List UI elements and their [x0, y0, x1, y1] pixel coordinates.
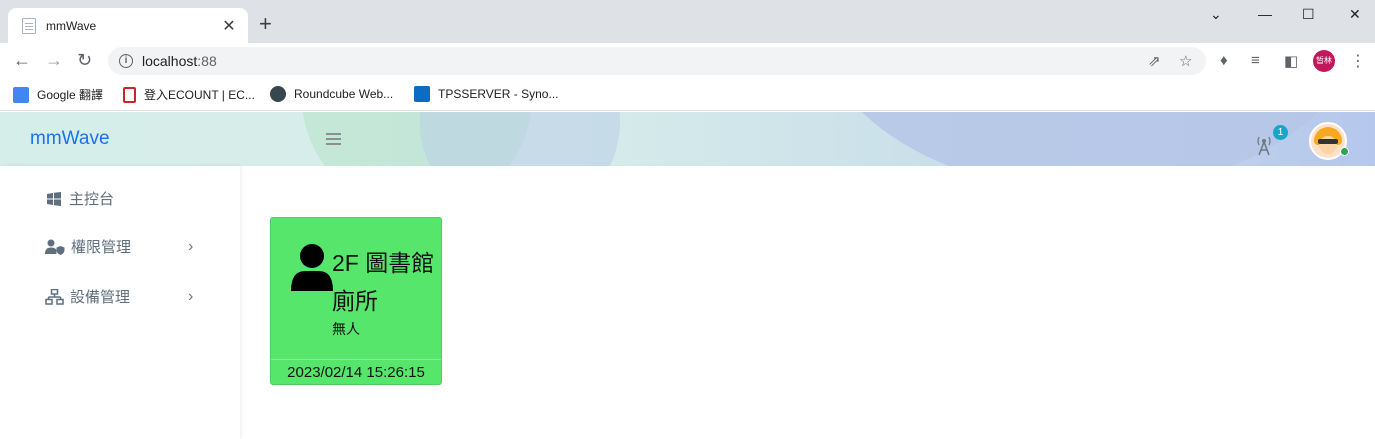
back-button[interactable]: ← [13, 50, 31, 70]
browser-toolbar: ← → ↻ i localhost:88 ⇗ ☆ ♦ ≡ ◧ 晢林 ⋮ [0, 43, 1375, 78]
minimize-button[interactable]: — [1258, 6, 1272, 22]
dsm-icon [414, 86, 430, 102]
menu-toggle-icon[interactable] [326, 133, 341, 135]
sidebar-item-dashboard[interactable]: 主控台 [45, 188, 114, 209]
bookmark-roundcube[interactable]: Roundcube Web... [270, 86, 393, 102]
sidebar-item-label: 主控台 [69, 191, 115, 208]
roundcube-icon [270, 86, 286, 102]
online-status-dot [1340, 147, 1349, 156]
sidebar-item-devices[interactable]: 設備管理 [45, 286, 130, 307]
browser-tab[interactable]: mmWave ✕ [8, 8, 248, 43]
bookmark-ecount[interactable]: 登入ECOUNT | EC... [123, 86, 255, 103]
device-timestamp: 2023/02/14 15:26:15 [271, 359, 441, 385]
sidebar: 主控台 權限管理 › 設備管理 › [0, 166, 240, 439]
app-header: mmWave 1 [0, 112, 1375, 166]
ecount-icon [123, 86, 136, 103]
bookmark-label: Google 翻譯 [37, 88, 104, 102]
forward-button[interactable]: → [45, 50, 63, 70]
sidebar-item-label: 設備管理 [70, 289, 131, 306]
bookmark-google-translate[interactable]: Google 翻譯 [13, 86, 103, 103]
browser-menu-icon[interactable]: ⋮ [1350, 51, 1366, 71]
address-bar[interactable]: i localhost:88 ⇗ ☆ [108, 47, 1206, 75]
chevron-right-icon[interactable]: › [188, 288, 193, 306]
user-shield-icon [45, 239, 65, 255]
bookmark-label: 登入ECOUNT | EC... [144, 88, 255, 102]
side-panel-icon[interactable]: ◧ [1284, 52, 1298, 70]
app-brand[interactable]: mmWave [30, 128, 110, 150]
browser-tabstrip: mmWave ✕ + ⌄ — ☐ ✕ [0, 0, 1375, 43]
device-card[interactable]: 2F 圖書館廁所 無人 2023/02/14 15:26:15 [270, 217, 442, 385]
url-host: localhost [142, 53, 198, 69]
sidebar-item-label: 權限管理 [71, 239, 132, 256]
device-name: 2F 圖書館廁所 [332, 250, 435, 314]
share-icon[interactable]: ⇗ [1148, 52, 1161, 70]
device-status: 無人 [332, 321, 360, 337]
tab-title: mmWave [46, 18, 97, 33]
reading-list-icon[interactable]: ≡ [1251, 52, 1260, 69]
maximize-button[interactable]: ☐ [1302, 6, 1315, 23]
notification-badge: 1 [1273, 125, 1288, 140]
bookmark-label: Roundcube Web... [294, 87, 394, 101]
bookmark-label: TPSSERVER - Syno... [438, 87, 559, 101]
header-decoration [420, 112, 620, 166]
url-text: localhost:88 [142, 53, 217, 69]
windows-icon [47, 191, 61, 206]
extensions-puzzle-icon[interactable]: ♦ [1220, 52, 1228, 69]
network-icon [45, 288, 64, 305]
tab-search-button[interactable]: ⌄ [1210, 6, 1222, 23]
site-info-icon[interactable]: i [119, 54, 133, 68]
bookmarks-bar: Google 翻譯 登入ECOUNT | EC... Roundcube Web… [0, 78, 1375, 111]
google-translate-icon [13, 86, 29, 103]
tab-close-icon[interactable]: ✕ [220, 16, 238, 36]
antenna-icon[interactable] [1255, 134, 1273, 156]
reload-button[interactable]: ↻ [77, 50, 92, 70]
header-decoration [810, 112, 1370, 166]
profile-avatar[interactable]: 晢林 [1313, 50, 1335, 72]
person-icon [291, 244, 333, 291]
bookmark-tpsserver[interactable]: TPSSERVER - Syno... [414, 86, 559, 102]
new-tab-button[interactable]: + [259, 13, 272, 35]
page-favicon-icon [22, 17, 36, 34]
bookmark-star-icon[interactable]: ☆ [1179, 52, 1192, 70]
sidebar-item-permissions[interactable]: 權限管理 [45, 236, 131, 257]
close-window-button[interactable]: ✕ [1349, 6, 1361, 23]
chevron-right-icon[interactable]: › [188, 238, 193, 256]
url-port: :88 [197, 53, 217, 69]
